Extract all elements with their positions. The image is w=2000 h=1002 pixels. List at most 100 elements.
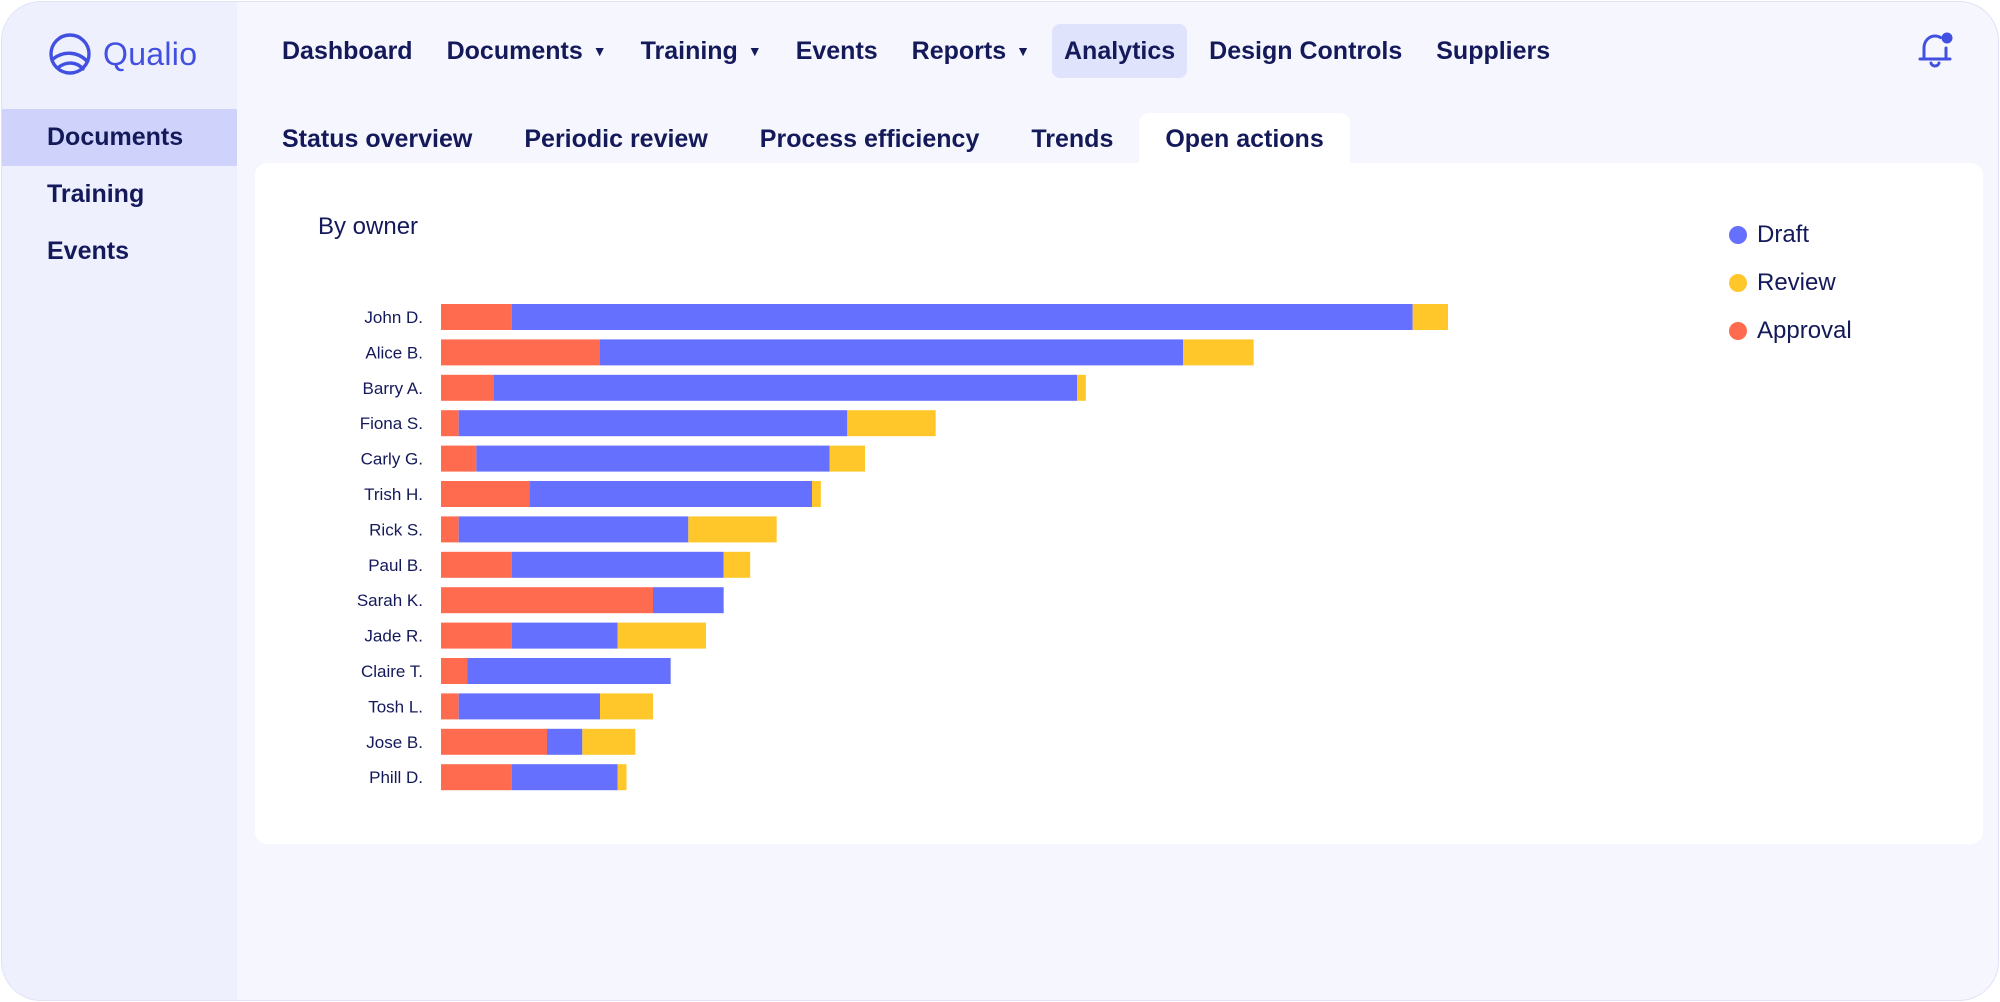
bar-approval-carly-g[interactable] [441, 445, 477, 472]
legend-item-approval: Approval [1729, 307, 1852, 355]
bar-approval-jose-b[interactable] [441, 728, 547, 755]
bar-review-tosh-l[interactable] [600, 693, 653, 720]
bar-approval-claire-t[interactable] [441, 658, 468, 684]
nav-item-events[interactable]: Events [784, 24, 890, 78]
category-label: Jose B. [366, 733, 423, 752]
category-label: Alice B. [365, 343, 423, 362]
sidebar-nav: Documents Training Events [2, 109, 237, 280]
chart-legend: Draft Review Approval [1729, 211, 1852, 355]
nav-item-label: Suppliers [1436, 37, 1551, 65]
nav-item-reports[interactable]: Reports ▼ [900, 24, 1042, 78]
chart-panel: By owner John D. Alice B. Barry A. Fiona S.… [255, 163, 1983, 844]
legend-label: Draft [1757, 221, 1810, 248]
bar-review-rick-s[interactable] [688, 516, 777, 543]
category-label: Rick S. [369, 520, 423, 539]
sidebar-item-label: Documents [47, 123, 184, 151]
bar-review-barry-a[interactable] [1077, 374, 1086, 401]
bar-review-phill-d[interactable] [617, 764, 627, 791]
bar-approval-sarah-k[interactable] [441, 587, 653, 614]
bar-approval-alice-b[interactable] [441, 339, 600, 366]
sidebar-item-label: Training [47, 180, 145, 208]
tab-status-overview[interactable]: Status overview [256, 113, 498, 165]
bar-approval-rick-s[interactable] [441, 516, 459, 543]
bar-draft-alice-b[interactable] [600, 339, 1183, 366]
analytics-tabs: Status overview Periodic review Process ef… [256, 113, 1350, 165]
app-name: Qualio [103, 35, 198, 72]
bar-review-trish-h[interactable] [812, 481, 821, 507]
category-label: Carly G. [361, 450, 423, 469]
bar-approval-john-d[interactable] [441, 304, 512, 330]
bar-draft-trish-h[interactable] [529, 481, 812, 507]
category-label: John D. [364, 308, 423, 327]
category-label: Tosh L. [368, 697, 423, 716]
tab-process-efficiency[interactable]: Process efficiency [734, 113, 1006, 165]
nav-item-label: Dashboard [282, 37, 413, 65]
bar-draft-rick-s[interactable] [458, 516, 689, 543]
bar-review-jose-b[interactable] [582, 728, 636, 755]
legend-swatch [1729, 322, 1747, 340]
bar-approval-fiona-s[interactable] [441, 410, 459, 437]
bar-review-fiona-s[interactable] [847, 410, 936, 437]
top-navigation: Dashboard Documents ▼ Training ▼ Events Report… [270, 24, 1562, 78]
legend-swatch [1729, 274, 1747, 292]
category-label: Fiona S. [360, 414, 423, 433]
nav-item-label: Design Controls [1209, 37, 1403, 65]
bar-approval-barry-a[interactable] [441, 374, 494, 401]
notifications-button[interactable] [1914, 28, 1958, 72]
bar-draft-john-d[interactable] [511, 304, 1413, 330]
bar-draft-carly-g[interactable] [476, 445, 830, 472]
bar-draft-claire-t[interactable] [467, 658, 671, 684]
sidebar-item-documents[interactable]: Documents [2, 109, 237, 166]
tab-periodic-review[interactable]: Periodic review [498, 113, 733, 165]
caret-down-icon: ▼ [592, 43, 607, 59]
bar-approval-paul-b[interactable] [441, 551, 512, 578]
bar-review-carly-g[interactable] [829, 445, 865, 472]
sidebar-item-events[interactable]: Events [2, 223, 237, 280]
app-window: Qualio Documents Training Events Dashboard… [1, 1, 1999, 1001]
bar-review-paul-b[interactable] [723, 551, 751, 578]
legend-swatch [1729, 226, 1747, 244]
bar-draft-sarah-k[interactable] [653, 587, 724, 614]
bar-draft-paul-b[interactable] [511, 551, 724, 578]
bar-draft-fiona-s[interactable] [458, 410, 848, 437]
bar-approval-trish-h[interactable] [441, 481, 530, 507]
logo[interactable]: Qualio [47, 30, 197, 78]
category-label: Barry A. [363, 379, 423, 398]
sidebar-item-training[interactable]: Training [2, 166, 237, 223]
nav-item-analytics[interactable]: Analytics [1052, 24, 1188, 78]
tab-label: Trends [1031, 125, 1114, 153]
sidebar-item-label: Events [47, 237, 129, 265]
tab-trends[interactable]: Trends [1005, 113, 1139, 165]
nav-item-training[interactable]: Training ▼ [629, 24, 774, 78]
legend-item-draft: Draft [1729, 211, 1852, 259]
tab-open-actions[interactable]: Open actions [1139, 113, 1350, 165]
category-label: Claire T. [361, 662, 423, 681]
nav-item-label: Documents [446, 37, 583, 65]
nav-item-design-controls[interactable]: Design Controls [1197, 24, 1414, 78]
bar-draft-phill-d[interactable] [511, 764, 618, 791]
nav-item-label: Reports [911, 37, 1007, 65]
tab-label: Process efficiency [759, 125, 980, 153]
bar-draft-barry-a[interactable] [494, 374, 1077, 401]
nav-item-suppliers[interactable]: Suppliers [1424, 24, 1562, 78]
stacked-bar-chart: John D. Alice B. Barry A. Fiona S. Carly G. T… [357, 304, 1448, 791]
bar-draft-jade-r[interactable] [511, 622, 618, 649]
category-label: Jade R. [364, 627, 423, 646]
bar-review-alice-b[interactable] [1183, 339, 1254, 366]
bar-draft-jose-b[interactable] [547, 728, 583, 755]
nav-item-dashboard[interactable]: Dashboard [270, 24, 425, 78]
tab-label: Periodic review [524, 125, 708, 153]
nav-item-label: Training [640, 37, 738, 65]
bar-approval-tosh-l[interactable] [441, 693, 459, 720]
bar-approval-jade-r[interactable] [441, 622, 512, 649]
legend-label: Review [1757, 269, 1836, 296]
legend-item-review: Review [1729, 259, 1852, 307]
bar-draft-tosh-l[interactable] [458, 693, 600, 720]
bar-review-jade-r[interactable] [617, 622, 706, 649]
sidebar: Qualio Documents Training Events [2, 2, 237, 1000]
bar-review-john-d[interactable] [1412, 304, 1448, 330]
bar-approval-phill-d[interactable] [441, 764, 512, 791]
nav-item-label: Events [795, 37, 878, 65]
nav-item-documents[interactable]: Documents ▼ [435, 24, 619, 78]
legend-label: Approval [1757, 317, 1852, 344]
